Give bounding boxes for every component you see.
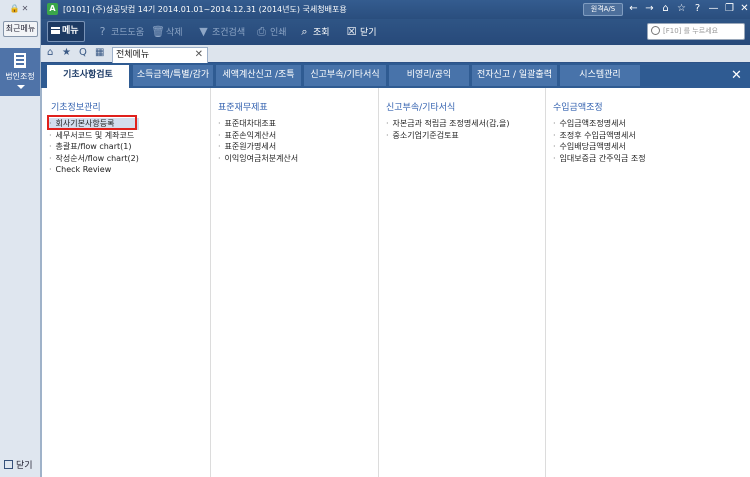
menu-item-balance-sheet[interactable]: 표준대차대조표 bbox=[218, 118, 298, 130]
menu-label: 메뉴 bbox=[62, 26, 79, 36]
chevron-down-icon bbox=[17, 85, 25, 89]
star-icon[interactable]: ★ bbox=[62, 47, 71, 58]
hamburger-icon bbox=[51, 27, 60, 34]
category-tab-e-filing[interactable]: 전자신고 / 일괄출력 bbox=[472, 65, 557, 86]
search-icon[interactable]: Q bbox=[79, 47, 87, 58]
column-title: 기초정보관리 bbox=[51, 103, 101, 113]
search-icon bbox=[651, 26, 660, 35]
remote-support-button[interactable]: 원격A/S bbox=[583, 3, 623, 16]
menu-item-tax-office-code[interactable]: 세무서코드 및 계좌코드 bbox=[49, 130, 139, 142]
menu-content: 기초정보관리 회사기본사항등록 세무서코드 및 계좌코드 총괄표/flow ch… bbox=[41, 88, 750, 477]
toolbar: 메뉴 ? 코드도움 🗑삭제 ▼ 조건검색 ⎙ 인쇄 ⌕ 조회 ☒ 닫기 [F10] 를 누… bbox=[41, 19, 750, 45]
menu-list: 표준대차대조표 표준손익계산서 표준원가명세서 이익잉여금처분계산서 bbox=[218, 118, 299, 165]
filter-search-button[interactable]: ▼ 조건검색 bbox=[197, 24, 245, 40]
menu-item-revenue-adjust[interactable]: 수입금액조정명세서 bbox=[553, 118, 646, 130]
help-icon[interactable]: ? bbox=[691, 2, 704, 16]
filter-search-label: 조건검색 bbox=[212, 28, 246, 38]
menu-item-flow-chart-1[interactable]: 총괄표/flow chart(1) bbox=[49, 141, 139, 153]
close-box-icon: ☒ bbox=[346, 25, 357, 38]
menu-item-adjusted-revenue[interactable]: 조정후 수입금액명세서 bbox=[553, 130, 646, 142]
star-icon[interactable]: ☆ bbox=[675, 2, 688, 16]
minimize-icon[interactable]: — bbox=[707, 2, 720, 16]
code-help-label: 코드도움 bbox=[111, 28, 145, 38]
app-logo-icon: A bbox=[47, 3, 58, 15]
tab-all-menu[interactable]: 전체메뉴 ✕ bbox=[112, 47, 208, 63]
category-tab-nonprofit[interactable]: 비영리/공익 bbox=[389, 65, 469, 86]
filter-icon: ▼ bbox=[199, 25, 208, 38]
sidebar-close-button[interactable]: 닫기 bbox=[4, 458, 33, 471]
back-arrow-icon[interactable]: ← bbox=[627, 2, 640, 16]
menu-item-income-statement[interactable]: 표준손익계산서 bbox=[218, 130, 298, 142]
menu-item-sme-review[interactable]: 중소기업기준검토표 bbox=[386, 130, 509, 142]
tab-all-menu-label: 전체메뉴 bbox=[116, 50, 150, 60]
category-nav: 기초사항검토 소득금액/특별/감가 세액계산신고 /조특 신고부속/기타서식 비… bbox=[41, 63, 750, 88]
calendar-icon[interactable]: ▦ bbox=[95, 47, 104, 58]
code-help-button[interactable]: ? 코드도움 bbox=[96, 24, 145, 40]
title-bar: A [0101] (주)성공닷컴 14기 2014.01.01~2014.12.… bbox=[41, 0, 750, 19]
corp-adjust-button[interactable]: 법인조정 bbox=[0, 48, 40, 96]
search-icon: ⌕ bbox=[301, 25, 308, 38]
close-icon[interactable]: ✕ bbox=[738, 2, 750, 16]
category-tab-attachments[interactable]: 신고부속/기타서식 bbox=[304, 65, 386, 86]
delete-label: 삭제 bbox=[166, 28, 183, 38]
exit-icon bbox=[4, 460, 13, 469]
column-basic-info: 기초정보관리 회사기본사항등록 세무서코드 및 계좌코드 총괄표/flow ch… bbox=[42, 88, 211, 477]
home-icon[interactable]: ⌂ bbox=[659, 2, 672, 16]
recent-menu-button[interactable]: 최근메뉴 bbox=[3, 21, 38, 37]
close-icon[interactable]: ✕ bbox=[731, 68, 742, 83]
query-label: 조회 bbox=[313, 28, 330, 38]
column-title: 신고부속/기타서식 bbox=[386, 103, 456, 113]
print-label: 인쇄 bbox=[270, 28, 287, 38]
menu-search-input[interactable]: [F10] 를 누르세요 bbox=[647, 23, 745, 40]
category-tab-tax-calc[interactable]: 세액계산신고 /조특 bbox=[216, 65, 301, 86]
menu-list: 자본금과 적립금 조정명세서(갑,을) 중소기업기준검토표 bbox=[386, 118, 510, 142]
column-title: 수입금액조정 bbox=[553, 103, 603, 113]
forward-arrow-icon[interactable]: → bbox=[643, 2, 656, 16]
tab-close-icon[interactable]: ✕ bbox=[195, 48, 203, 62]
category-tab-basic[interactable]: 기초사항검토 bbox=[47, 65, 129, 88]
search-placeholder: [F10] 를 누르세요 bbox=[663, 27, 719, 35]
menu-button[interactable]: 메뉴 bbox=[47, 21, 85, 42]
delete-button[interactable]: 🗑삭제 bbox=[151, 24, 183, 40]
menu-item-deposit-deemed[interactable]: 임대보증금 간주익금 조정 bbox=[553, 153, 646, 165]
lock-icons[interactable]: 🔒✕ bbox=[5, 4, 35, 14]
tab-strip: ⌂ ★ Q ▦ 전체메뉴 ✕ bbox=[41, 45, 750, 63]
sidebar-close-label: 닫기 bbox=[16, 461, 33, 471]
left-sidebar: 🔒✕ 최근메뉴 법인조정 닫기 bbox=[0, 0, 41, 477]
home-icon[interactable]: ⌂ bbox=[47, 47, 53, 58]
printer-icon: ⎙ bbox=[257, 25, 266, 38]
company-info: [0101] (주)성공닷컴 14기 2014.01.01~2014.12.31… bbox=[63, 5, 347, 14]
selection-highlight bbox=[47, 115, 137, 130]
column-revenue-adjust: 수입금액조정 수입금액조정명세서 조정후 수입금액명세서 수입배당금액명세서 임… bbox=[546, 88, 750, 477]
close-label: 닫기 bbox=[360, 28, 377, 38]
menu-item-capital-reserve[interactable]: 자본금과 적립금 조정명세서(갑,을) bbox=[386, 118, 510, 130]
menu-item-flow-chart-2[interactable]: 작성순서/flow chart(2) bbox=[49, 153, 139, 165]
category-tab-income[interactable]: 소득금액/특별/감가 bbox=[133, 65, 213, 86]
column-title: 표준재무제표 bbox=[218, 103, 268, 113]
column-financial-statements: 표준재무제표 표준대차대조표 표준손익계산서 표준원가명세서 이익잉여금처분계산… bbox=[211, 88, 379, 477]
question-icon: ? bbox=[99, 25, 106, 38]
category-tab-system[interactable]: 시스템관리 bbox=[560, 65, 640, 86]
menu-item-check-review[interactable]: Check Review bbox=[49, 164, 139, 176]
corp-adjust-label: 법인조정 bbox=[5, 72, 35, 81]
column-attachments: 신고부속/기타서식 자본금과 적립금 조정명세서(갑,을) 중소기업기준검토표 bbox=[379, 88, 546, 477]
print-button[interactable]: ⎙ 인쇄 bbox=[255, 24, 287, 40]
close-button[interactable]: ☒ 닫기 bbox=[345, 24, 377, 40]
trash-icon: 🗑 bbox=[151, 25, 165, 38]
query-button[interactable]: ⌕ 조회 bbox=[298, 24, 330, 40]
menu-item-retained-earnings[interactable]: 이익잉여금처분계산서 bbox=[218, 153, 299, 165]
menu-item-dividend[interactable]: 수입배당금액명세서 bbox=[553, 141, 646, 153]
menu-list: 수입금액조정명세서 조정후 수입금액명세서 수입배당금액명세서 임대보증금 간주… bbox=[553, 118, 646, 164]
restore-icon[interactable]: ❐ bbox=[723, 2, 736, 16]
building-icon bbox=[14, 53, 26, 68]
menu-item-cost-statement[interactable]: 표준원가명세서 bbox=[218, 141, 298, 153]
